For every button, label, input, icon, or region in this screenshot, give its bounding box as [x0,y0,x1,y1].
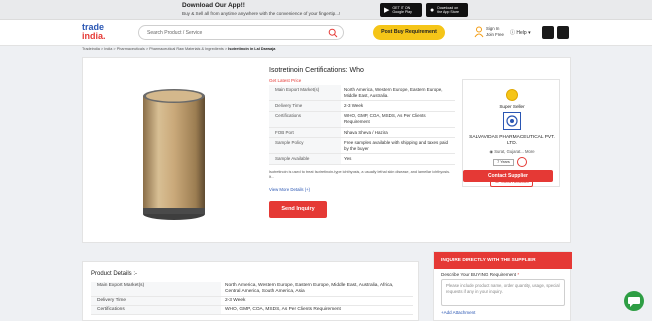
company-logo-icon [506,115,518,127]
app-download-banner: Download Our App!! Buy & Sell all from a… [0,0,652,20]
ios-app-icon[interactable] [557,26,569,39]
inquiry-label: Describe Your BUYING Requirement * [441,272,519,277]
send-inquiry-button[interactable]: Send Inquiry [269,201,327,218]
tradeindia-logo[interactable]: trade india. [82,23,106,40]
inquiry-form: INQUIRE DIRECTLY WITH THE SUPPLIER Descr… [433,251,572,321]
spec-row: Sample Policy Free samples available with… [269,138,455,155]
seller-company-name[interactable]: SALVAVIDAS PHARMACEUTICAL PVT. LTD. [463,135,561,147]
product-details-card: Product Details :- Main Export Market(s)… [82,261,419,321]
post-buy-requirement-button[interactable]: Post Buy Requirement [373,25,445,40]
sign-in-link[interactable]: Sign In Join Free [486,26,504,37]
detail-key: Main Export Market(s) [91,282,221,296]
banner-subtitle: Buy & Sell all from anytime anywhere wit… [182,11,341,16]
add-attachment-link[interactable]: +Add Attachment [441,310,475,315]
spec-value: 2-3 Week [344,102,364,108]
spec-value: Yes [344,156,352,162]
crumb-tradeindia[interactable]: Tradeindia [82,47,100,51]
spec-key: FOB Port [269,127,341,138]
required-marker: * [517,272,520,277]
user-icon[interactable] [474,26,484,38]
play-store-icon: ▶ [384,7,390,14]
spec-key: Delivery Time [269,101,341,111]
super-seller-badge-icon [506,89,518,101]
years-badge: 7 Years [493,159,514,166]
seller-location-text: Surat, Gujarat... [494,149,524,154]
view-more-details-link[interactable]: View More Details (+) [269,187,310,192]
details-table: Main Export Market(s) North America, West… [91,282,413,316]
detail-key: Certifications [91,306,221,315]
spec-key: Sample Available [269,154,341,164]
spec-row: Main Export Market(s) North America, West… [269,85,455,102]
inquiry-label-text: Describe Your BUYING Requirement [441,272,517,277]
crumb-india[interactable]: India [104,47,112,51]
detail-value: WHO, GMP, COA, MSDS, As Per Clients Requ… [225,307,341,313]
seller-logo [503,112,521,130]
chat-icon [628,297,640,307]
product-description: Isotretinoin is used to treat Isotretino… [269,170,451,179]
apple-icon: ● [430,6,435,14]
breadcrumb: Tradeindia > India > Pharmaceuticals > P… [82,47,276,51]
chat-button[interactable] [624,291,644,311]
spec-key: Main Export Market(s) [269,85,341,101]
help-menu[interactable]: ⓘ Help ▾ [510,29,531,36]
product-details-title: Product Details :- [91,271,138,277]
location-pin-icon: ◉ [489,149,494,154]
spec-key: Sample Policy [269,138,341,154]
spec-value: Free samples available with shipping and… [344,139,449,151]
trust-seal-icon [517,157,527,167]
crumb-current: Isotretinoin in Lal Darwaja [228,47,276,51]
google-play-button[interactable]: ▶ GET IT ON Google Play [380,3,422,17]
search-box[interactable]: Search Product / Service [138,25,344,40]
join-free-label: Join Free [486,31,504,37]
spec-row: Sample Available Yes [269,154,455,165]
spec-row: Delivery Time 2-3 Week [269,101,455,112]
android-app-icon[interactable] [542,26,554,39]
table-row: Certifications WHO, GMP, COA, MSDS, As Pe… [91,306,413,316]
seller-location: ◉ Surat, Gujarat... More [463,149,561,154]
spec-key: Certifications [269,111,341,127]
product-title: Isotretinoin Certifications: Who [269,67,364,74]
app-store-label: Download on the App Store [437,6,460,14]
spec-value: WHO, GMP, COA, MSDS, As Per Clients Requ… [344,113,426,125]
drum-image [143,89,205,220]
spec-value: North America, Western Europe, Eastern E… [344,86,443,98]
detail-value: North America, Western Europe, Eastern E… [225,283,394,294]
spec-value: Nhava Sheva / Hazira [344,129,388,135]
super-seller-label: Super Seller [499,104,525,109]
seller-more-link[interactable]: More [525,149,535,154]
product-image[interactable] [83,58,263,244]
search-icon[interactable] [328,28,338,38]
spec-row: FOB Port Nhava Sheva / Hazira [269,127,455,139]
product-card: Isotretinoin Certifications: Who Get Lat… [82,57,571,243]
crumb-raw-materials[interactable]: Pharmaceutical Raw Materials & Ingredien… [149,47,224,51]
table-row: Main Export Market(s) North America, West… [91,282,413,297]
help-label: Help [516,30,527,36]
banner-title: Download Our App!! [182,2,245,9]
spec-row: Certifications WHO, GMP, COA, MSDS, As Pe… [269,111,455,128]
app-store-button[interactable]: ● Download on the App Store [426,3,468,17]
chevron-down-icon: ▾ [528,30,531,36]
get-latest-price-link[interactable]: Get Latest Price [269,78,301,83]
spec-table: Main Export Market(s) North America, West… [269,85,455,165]
inquiry-header: INQUIRE DIRECTLY WITH THE SUPPLIER [434,252,572,269]
help-circle-icon: ⓘ [510,30,516,36]
crumb-pharma[interactable]: Pharmaceuticals [117,47,145,51]
detail-value: 2-3 Week [225,298,246,304]
detail-key: Delivery Time [91,296,221,306]
site-header: trade india. Search Product / Service Po… [0,20,652,46]
search-placeholder[interactable]: Search Product / Service [147,30,202,36]
google-play-label: GET IT ON Google Play [392,6,412,14]
requirement-textarea[interactable]: Please include product name, order quant… [441,279,565,306]
contact-supplier-button[interactable]: Contact Supplier [463,170,553,182]
table-row: Delivery Time 2-3 Week [91,296,413,307]
logo-bottom: india. [82,30,106,41]
